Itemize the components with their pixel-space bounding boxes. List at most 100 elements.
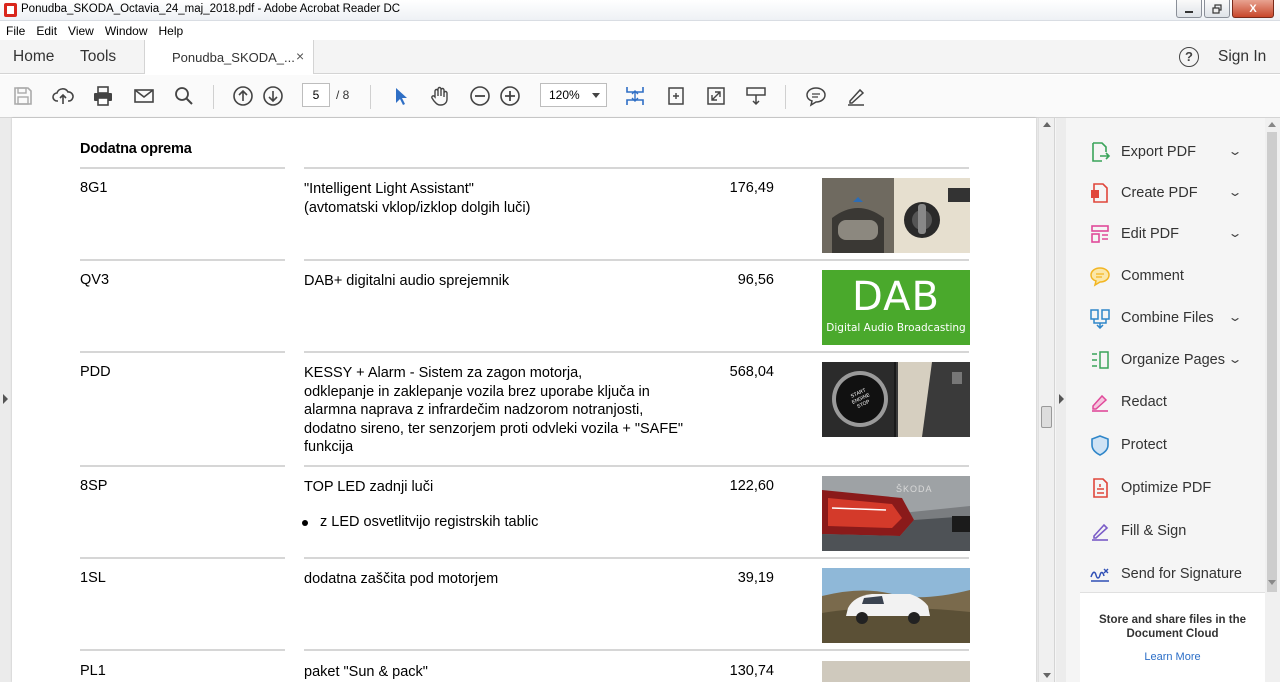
chevron-down-icon[interactable]: ⌄ (1227, 144, 1242, 158)
option-code: QV3 (80, 272, 110, 288)
tab-document[interactable]: Ponudba_SKODA_... × (144, 40, 314, 74)
fit-page-icon[interactable] (623, 84, 647, 108)
option-bullet-text: z LED osvetlitvijo registrskih tablic (320, 514, 539, 530)
toolbar-separator (785, 85, 786, 109)
upload-cloud-icon[interactable] (51, 84, 75, 108)
scroll-up-icon[interactable] (1043, 122, 1051, 127)
tool-label: Combine Files (1121, 310, 1214, 326)
tool-comment[interactable]: Comment (1088, 264, 1184, 288)
scroll-down-icon[interactable] (1268, 580, 1276, 585)
print-icon[interactable] (91, 84, 115, 108)
full-screen-icon[interactable] (704, 84, 728, 108)
tab-tools[interactable]: Tools (80, 48, 116, 66)
dab-caption: Digital Audio Broadcasting (826, 322, 966, 334)
tool-edit-pdf[interactable]: Edit PDF ⌄ (1088, 222, 1243, 246)
save-icon[interactable] (11, 84, 35, 108)
previous-page-icon[interactable] (231, 84, 255, 108)
comment-tool-icon[interactable] (804, 84, 828, 108)
rotate-view-icon[interactable] (664, 84, 688, 108)
minimize-icon (1185, 10, 1193, 13)
help-icon[interactable]: ? (1179, 47, 1199, 67)
document-cloud-promo: Store and share files in the Document Cl… (1080, 592, 1265, 682)
option-price: 130,74 (729, 663, 774, 679)
tool-label: Fill & Sign (1121, 523, 1187, 539)
highlight-pen-icon[interactable] (844, 84, 868, 108)
close-icon: X (1249, 2, 1257, 15)
rear-led-lights-image: ŠKODA (822, 476, 970, 551)
tool-export-pdf[interactable]: Export PDF ⌄ (1088, 140, 1243, 164)
read-mode-icon[interactable] (744, 84, 768, 108)
document-viewer[interactable]: Dodatna oprema 8G1 "Intelligent Light As… (0, 118, 1054, 682)
tool-create-pdf[interactable]: Create PDF ⌄ (1088, 181, 1243, 205)
tab-home[interactable]: Home (13, 48, 54, 66)
menu-help[interactable]: Help (159, 24, 184, 38)
chevron-down-icon (592, 93, 600, 98)
divider (80, 465, 285, 467)
chevron-down-icon[interactable]: ⌄ (1227, 352, 1242, 366)
close-tab-icon[interactable]: × (296, 48, 304, 64)
tool-label: Create PDF (1121, 185, 1198, 201)
window-title: Ponudba_SKODA_Octavia_24_maj_2018.pdf - … (21, 3, 401, 15)
menu-window[interactable]: Window (105, 24, 148, 38)
option-price: 96,56 (737, 272, 774, 288)
start-button-image: START ENGINE STOP (822, 362, 970, 437)
option-code: PDD (80, 364, 111, 380)
page-number-input[interactable]: 5 (302, 83, 330, 107)
chevron-down-icon[interactable]: ⌄ (1227, 226, 1242, 240)
tool-label: Comment (1121, 268, 1184, 284)
maximize-button[interactable] (1204, 0, 1230, 18)
tool-fill-sign[interactable]: Fill & Sign (1088, 519, 1186, 543)
option-description: TOP LED zadnji luči (304, 479, 434, 495)
hand-tool-icon[interactable] (428, 84, 452, 108)
zoom-select[interactable]: 120% (540, 83, 607, 107)
tool-optimize-pdf[interactable]: Optimize PDF (1088, 476, 1211, 500)
option-price: 176,49 (729, 180, 774, 196)
next-page-icon[interactable] (261, 84, 285, 108)
car-offroad-image (822, 568, 970, 643)
divider (304, 465, 969, 467)
zoom-in-icon[interactable] (498, 84, 522, 108)
document-tab-label: Ponudba_SKODA_... (172, 50, 295, 65)
option-price: 39,19 (737, 570, 774, 586)
window-controls: X (1176, 0, 1274, 18)
option-description: paket "Sun & pack" (304, 664, 428, 680)
search-icon[interactable] (172, 84, 196, 108)
chevron-down-icon[interactable]: ⌄ (1227, 185, 1242, 199)
tool-label: Redact (1121, 394, 1167, 410)
menu-view[interactable]: View (68, 24, 94, 38)
tools-pane-collapse[interactable] (1056, 118, 1066, 682)
zoom-out-icon[interactable] (468, 84, 492, 108)
toolbar-separator (213, 85, 214, 109)
scroll-up-icon[interactable] (1268, 122, 1276, 127)
scroll-down-icon[interactable] (1043, 673, 1051, 678)
section-title: Dodatna oprema (80, 141, 192, 157)
email-icon[interactable] (132, 84, 156, 108)
tool-organize-pages[interactable]: Organize Pages ⌄ (1088, 348, 1243, 372)
light-switch-image (822, 178, 970, 253)
page-total: / 8 (336, 88, 350, 102)
document-scrollbar[interactable] (1038, 118, 1054, 682)
tool-label: Organize Pages (1121, 352, 1225, 368)
select-cursor-icon[interactable] (388, 84, 412, 108)
tool-label: Send for Signature (1121, 566, 1242, 582)
tool-label: Protect (1121, 437, 1167, 453)
learn-more-link[interactable]: Learn More (1080, 651, 1265, 663)
tool-protect[interactable]: Protect (1088, 433, 1167, 457)
tool-combine-files[interactable]: Combine Files ⌄ (1088, 306, 1243, 330)
tab-bar: Home Tools Ponudba_SKODA_... × ? Sign In (0, 40, 1280, 74)
menu-file[interactable]: File (6, 24, 25, 38)
scrollbar-thumb[interactable] (1267, 132, 1277, 592)
left-panel-toggle-icon[interactable] (3, 394, 8, 404)
collapse-pane-icon[interactable] (1059, 394, 1064, 404)
cloud-promo-text: Store and share files in the Document Cl… (1099, 614, 1246, 640)
chevron-down-icon[interactable]: ⌄ (1227, 310, 1242, 324)
option-description: KESSY + Alarm - Sistem za zagon motorja,… (304, 365, 684, 455)
tool-redact[interactable]: Redact (1088, 390, 1167, 414)
minimize-button[interactable] (1176, 0, 1202, 18)
tool-send-for-signature[interactable]: Send for Signature (1088, 562, 1242, 586)
close-window-button[interactable]: X (1232, 0, 1274, 18)
sign-in-link[interactable]: Sign In (1218, 48, 1266, 66)
scrollbar-thumb[interactable] (1041, 406, 1052, 428)
tools-pane-scrollbar[interactable] (1265, 118, 1280, 682)
menu-edit[interactable]: Edit (36, 24, 57, 38)
